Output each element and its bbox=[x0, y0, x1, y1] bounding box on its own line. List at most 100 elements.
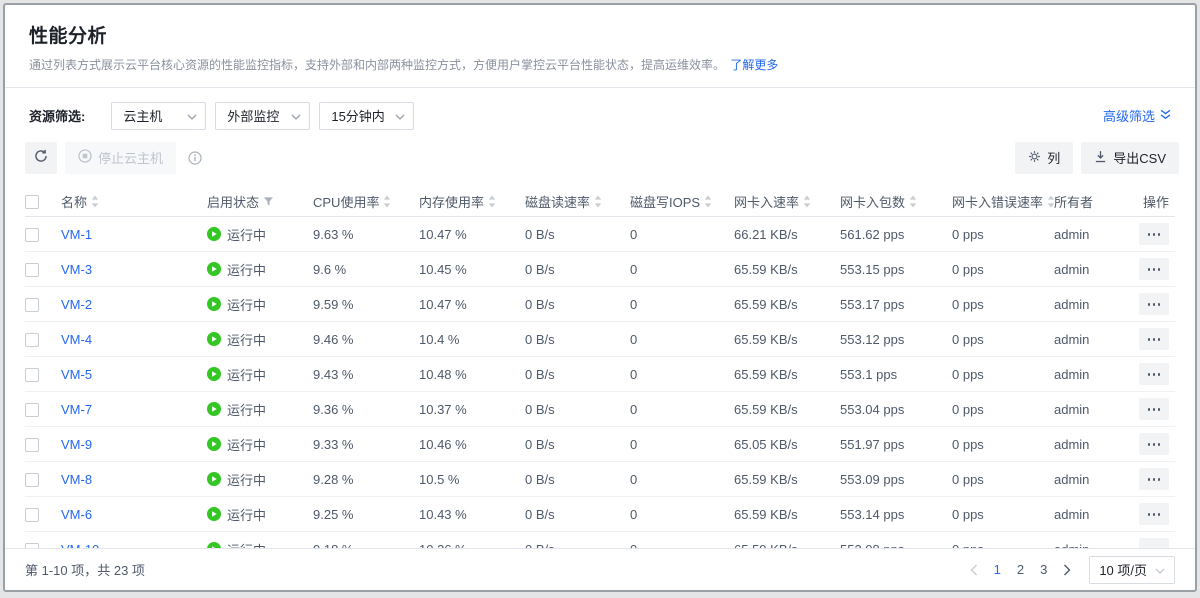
column-label: 磁盘读速率 bbox=[525, 192, 590, 211]
sort-icon[interactable] bbox=[383, 195, 391, 208]
row-checkbox[interactable] bbox=[25, 228, 39, 242]
column-header[interactable]: 内存使用率 bbox=[419, 186, 525, 217]
disk-read-cell: 0 B/s bbox=[525, 532, 630, 548]
sort-icon[interactable] bbox=[91, 195, 99, 208]
row-checkbox[interactable] bbox=[25, 508, 39, 522]
row-actions-button[interactable] bbox=[1139, 293, 1169, 315]
vm-name-link[interactable]: VM-8 bbox=[61, 472, 92, 487]
page-number-3[interactable]: 3 bbox=[1040, 562, 1047, 577]
vm-name-link[interactable]: VM-7 bbox=[61, 402, 92, 417]
row-checkbox[interactable] bbox=[25, 438, 39, 452]
row-actions-button[interactable] bbox=[1139, 468, 1169, 490]
row-checkbox[interactable] bbox=[25, 403, 39, 417]
disk-write-iops-cell: 0 bbox=[630, 322, 734, 357]
row-actions-button[interactable] bbox=[1139, 328, 1169, 350]
column-header[interactable]: 启用状态 bbox=[207, 186, 313, 217]
row-actions-button[interactable] bbox=[1139, 503, 1169, 525]
net-in-rate-cell: 65.59 KB/s bbox=[734, 252, 840, 287]
row-checkbox[interactable] bbox=[25, 333, 39, 347]
net-in-rate-cell: 65.59 KB/s bbox=[734, 532, 840, 548]
vm-name-link[interactable]: VM-4 bbox=[61, 332, 92, 347]
prev-page-button[interactable] bbox=[970, 564, 978, 576]
time-range-select[interactable]: 15分钟内 bbox=[319, 102, 414, 130]
toolbar: 停止云主机 列 导出CSV bbox=[5, 130, 1195, 186]
column-header[interactable]: 所有者 bbox=[1054, 186, 1138, 217]
export-csv-button[interactable]: 导出CSV bbox=[1081, 142, 1179, 174]
page-number-1[interactable]: 1 bbox=[994, 562, 1001, 577]
row-checkbox[interactable] bbox=[25, 368, 39, 382]
column-label: 所有者 bbox=[1054, 192, 1093, 211]
resource-type-select[interactable]: 云主机 bbox=[111, 102, 206, 130]
info-icon[interactable] bbox=[188, 151, 202, 165]
net-in-errors-cell: 0 pps bbox=[952, 392, 1054, 427]
vm-name-link[interactable]: VM-2 bbox=[61, 297, 92, 312]
refresh-button[interactable] bbox=[25, 142, 57, 174]
row-checkbox[interactable] bbox=[25, 263, 39, 277]
export-csv-label: 导出CSV bbox=[1113, 148, 1166, 167]
stop-icon bbox=[78, 149, 92, 166]
vm-name-link[interactable]: VM-5 bbox=[61, 367, 92, 382]
table-head-row: 名称 启用状态 CPU使用率 内存使用率 磁盘读速率 磁盘写IOPS bbox=[25, 186, 1175, 217]
columns-button[interactable]: 列 bbox=[1015, 142, 1073, 174]
ellipsis-icon bbox=[1148, 408, 1151, 411]
column-label: 内存使用率 bbox=[419, 192, 484, 211]
sort-icon[interactable] bbox=[594, 195, 602, 208]
sort-icon[interactable] bbox=[488, 195, 496, 208]
filter-icon[interactable] bbox=[263, 196, 274, 207]
page-number-2[interactable]: 2 bbox=[1017, 562, 1024, 577]
row-checkbox[interactable] bbox=[25, 298, 39, 312]
row-actions-button[interactable] bbox=[1139, 223, 1169, 245]
sort-icon[interactable] bbox=[704, 195, 712, 208]
disk-write-iops-cell: 0 bbox=[630, 462, 734, 497]
status-label: 运行中 bbox=[227, 365, 266, 384]
row-actions-button[interactable] bbox=[1139, 398, 1169, 420]
page-subtitle: 通过列表方式展示云平台核心资源的性能监控指标，支持外部和内部两种监控方式，方便用… bbox=[29, 57, 1171, 74]
disk-write-iops-cell: 0 bbox=[630, 287, 734, 322]
status-badge: 运行中 bbox=[207, 365, 266, 384]
sort-icon[interactable] bbox=[909, 195, 917, 208]
vm-name-link[interactable]: VM-3 bbox=[61, 262, 92, 277]
column-header[interactable]: 名称 bbox=[61, 186, 207, 217]
memory-usage-cell: 10.48 % bbox=[419, 357, 525, 392]
row-checkbox[interactable] bbox=[25, 473, 39, 487]
monitor-mode-select[interactable]: 外部监控 bbox=[215, 102, 310, 130]
running-status-icon bbox=[207, 227, 221, 241]
net-in-packets-cell: 553.1 pps bbox=[840, 357, 952, 392]
column-header[interactable]: CPU使用率 bbox=[313, 186, 419, 217]
disk-write-iops-cell: 0 bbox=[630, 532, 734, 548]
column-header[interactable]: 网卡入错误速率 bbox=[952, 186, 1054, 217]
column-header[interactable]: 磁盘读速率 bbox=[525, 186, 630, 217]
net-in-packets-cell: 553.08 pps bbox=[840, 532, 952, 548]
row-actions-button[interactable] bbox=[1139, 433, 1169, 455]
column-header[interactable]: 网卡入包数 bbox=[840, 186, 952, 217]
status-badge: 运行中 bbox=[207, 225, 266, 244]
sort-icon[interactable] bbox=[803, 195, 811, 208]
disk-read-cell: 0 B/s bbox=[525, 287, 630, 322]
table-row: VM-10 运行中 9.18 % 10.36 % 0 B/s 0 65.59 K… bbox=[25, 532, 1175, 548]
table-row: VM-4 运行中 9.46 % 10.4 % 0 B/s 0 65.59 KB/… bbox=[25, 322, 1175, 357]
row-actions-button[interactable] bbox=[1139, 363, 1169, 385]
status-label: 运行中 bbox=[227, 470, 266, 489]
stop-vm-button[interactable]: 停止云主机 bbox=[65, 142, 176, 174]
vm-name-link[interactable]: VM-1 bbox=[61, 227, 92, 242]
vm-name-link[interactable]: VM-9 bbox=[61, 437, 92, 452]
net-in-packets-cell: 553.14 pps bbox=[840, 497, 952, 532]
column-label: 网卡入包数 bbox=[840, 192, 905, 211]
column-header[interactable]: 磁盘写IOPS bbox=[630, 186, 734, 217]
net-in-rate-cell: 65.59 KB/s bbox=[734, 462, 840, 497]
column-header[interactable]: 网卡入速率 bbox=[734, 186, 840, 217]
row-actions-button[interactable] bbox=[1139, 258, 1169, 280]
owner-cell: admin bbox=[1054, 322, 1138, 357]
vm-name-link[interactable]: VM-6 bbox=[61, 507, 92, 522]
row-actions-button[interactable] bbox=[1139, 538, 1169, 548]
next-page-button[interactable] bbox=[1063, 564, 1071, 576]
running-status-icon bbox=[207, 507, 221, 521]
ellipsis-icon bbox=[1148, 373, 1151, 376]
learn-more-link[interactable]: 了解更多 bbox=[730, 58, 778, 72]
column-label: 网卡入错误速率 bbox=[952, 192, 1043, 211]
page-size-select[interactable]: 10 项/页 bbox=[1089, 556, 1175, 584]
column-label: 网卡入速率 bbox=[734, 192, 799, 211]
column-header[interactable]: 操作 bbox=[1138, 186, 1175, 217]
select-all-checkbox[interactable] bbox=[25, 195, 39, 209]
advanced-filter-link[interactable]: 高级筛选 bbox=[1103, 106, 1171, 125]
